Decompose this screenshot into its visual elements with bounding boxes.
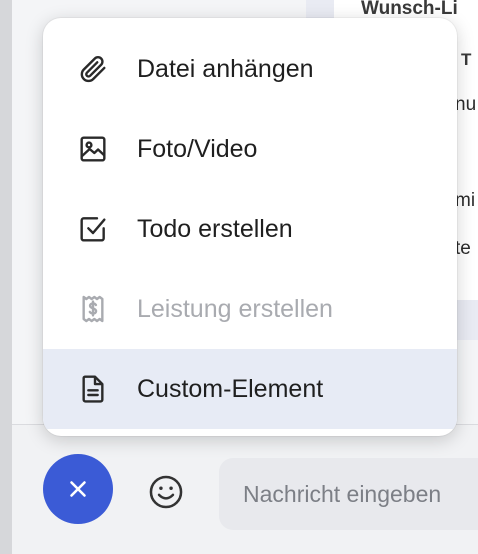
checkbox-icon <box>77 213 109 245</box>
menu-item-create-todo[interactable]: Todo erstellen <box>43 189 457 269</box>
menu-item-label: Todo erstellen <box>137 214 293 243</box>
card-line: te <box>455 238 471 259</box>
menu-item-custom-element[interactable]: Custom-Element <box>43 349 457 429</box>
receipt-dollar-icon <box>77 293 109 325</box>
menu-item-create-service: Leistung erstellen <box>43 269 457 349</box>
document-icon <box>77 373 109 405</box>
card-line: mi <box>455 190 476 211</box>
emoji-button[interactable] <box>146 472 186 512</box>
card-line: nu <box>455 94 477 115</box>
app-screen: Wunsch-Li T nu mi te Datei anhängen <box>0 0 478 554</box>
menu-item-attach-file[interactable]: Datei anhängen <box>43 29 457 109</box>
image-icon <box>77 133 109 165</box>
side-panel-edge <box>0 0 12 554</box>
paperclip-icon <box>77 53 109 85</box>
message-input[interactable] <box>219 458 478 530</box>
smiley-icon <box>149 475 183 509</box>
close-icon <box>70 481 86 497</box>
attachment-menu: Datei anhängen Foto/Video Todo erstellen <box>43 18 457 436</box>
card-title: Wunsch-Li <box>361 0 458 19</box>
menu-item-label: Custom-Element <box>137 374 324 403</box>
menu-item-label: Datei anhängen <box>137 54 314 83</box>
card-line: T <box>461 50 472 69</box>
menu-item-photo-video[interactable]: Foto/Video <box>43 109 457 189</box>
close-menu-button[interactable] <box>43 454 113 524</box>
menu-item-label: Leistung erstellen <box>137 294 333 323</box>
menu-item-label: Foto/Video <box>137 134 258 163</box>
